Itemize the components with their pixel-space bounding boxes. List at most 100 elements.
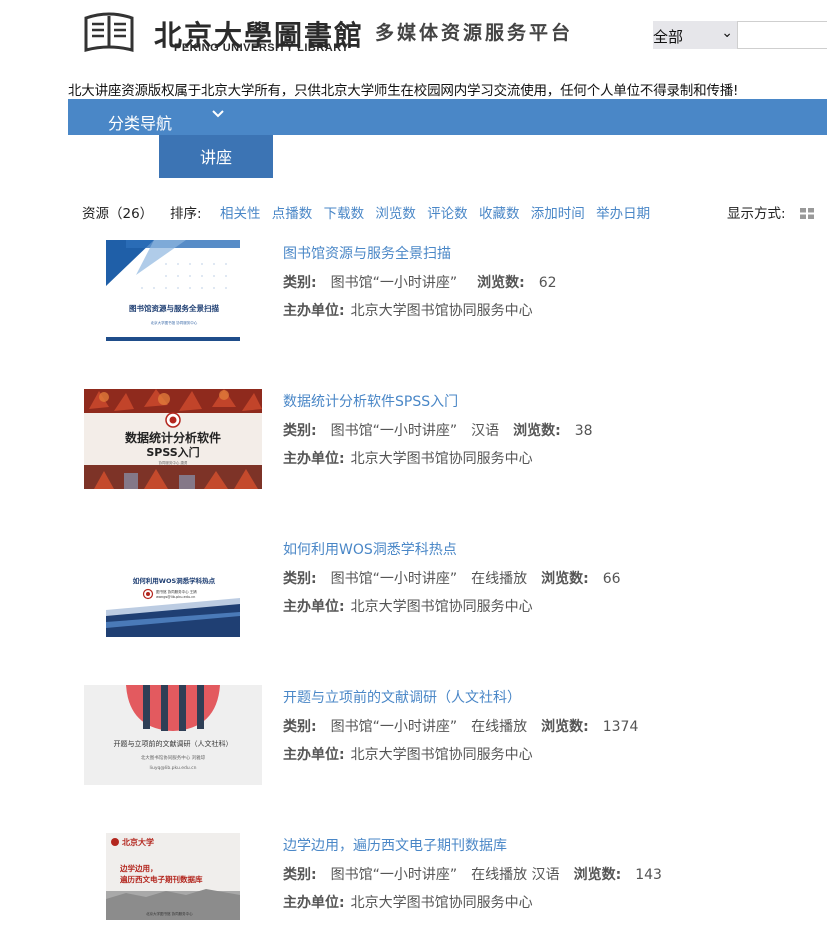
lecture-title-link[interactable]: 图书馆资源与服务全景扫描 bbox=[283, 243, 451, 263]
result-toolbar: 资源（26） 排序: 相关性 点播数 下载数 浏览数 评论数 收藏数 添加时间 … bbox=[82, 202, 817, 222]
category-navbar: 分类导航 bbox=[68, 99, 827, 135]
sort-options: 相关性 点播数 下载数 浏览数 评论数 收藏数 添加时间 举办日期 bbox=[220, 202, 657, 222]
organizer-value: 北京大学图书馆协同服务中心 bbox=[350, 303, 533, 319]
library-emblem-icon bbox=[84, 12, 134, 52]
thumbnail-title: 数据统计分析软件 bbox=[125, 430, 221, 445]
organizer-value: 北京大学图书馆协同服务中心 bbox=[350, 895, 533, 911]
views-label: 浏览数: bbox=[477, 275, 525, 291]
lecture-thumbnail[interactable]: 图书馆资源与服务全景扫描 北京大学图书馆 协同服务中心 bbox=[106, 240, 240, 341]
organizer-label: 主办单位: bbox=[283, 303, 345, 319]
search-input[interactable] bbox=[737, 21, 827, 49]
slide-thumbnail-graphic: 数据统计分析软件 SPSS入门 协同服务中心 唐勇 bbox=[84, 389, 262, 489]
search-scope-select[interactable]: 全部 ⌄ bbox=[653, 21, 737, 49]
category-label: 类别: bbox=[283, 719, 317, 735]
list-item: 图书馆资源与服务全景扫描 北京大学图书馆 协同服务中心 图书馆资源与服务全景扫描… bbox=[0, 240, 827, 353]
lecture-thumbnail[interactable]: 开题与立项前的文献调研（人文社科） 北大图书馆协同服务中心 刘雅琼 liuyq@… bbox=[84, 685, 262, 785]
lecture-tags: 汉语 bbox=[471, 423, 500, 439]
lecture-organizer: 主办单位: 北京大学图书馆协同服务中心 bbox=[283, 300, 533, 320]
list-item: 如何利用WOS洞悉学科热点 图书馆 协同服务中心 王婧 wangs@lib.pk… bbox=[0, 536, 827, 649]
lecture-title-link[interactable]: 如何利用WOS洞悉学科热点 bbox=[283, 539, 457, 559]
organizer-label: 主办单位: bbox=[283, 599, 345, 615]
category-value: 图书馆“一小时讲座” bbox=[330, 423, 458, 439]
thumbnail-title-line2: 遍历西文电子期刊数据库 bbox=[119, 874, 203, 884]
thumbnail-subtitle: 北京大学图书馆 协同服务中心 bbox=[146, 911, 193, 916]
thumbnail-title-line2: SPSS入门 bbox=[146, 445, 199, 459]
category-label: 类别: bbox=[283, 423, 317, 439]
views-label: 浏览数: bbox=[573, 867, 622, 883]
category-label: 类别: bbox=[283, 571, 317, 587]
sort-comments[interactable]: 评论数 bbox=[427, 206, 468, 222]
views-count: 143 bbox=[635, 867, 662, 883]
sort-event-date[interactable]: 举办日期 bbox=[596, 206, 650, 222]
category-value: 图书馆“一小时讲座” bbox=[330, 571, 458, 587]
list-item: 开题与立项前的文献调研（人文社科） 北大图书馆协同服务中心 刘雅琼 liuyq@… bbox=[0, 685, 827, 797]
lecture-organizer: 主办单位: 北京大学图书馆协同服务中心 bbox=[283, 744, 533, 764]
resource-count: 资源（26） bbox=[82, 206, 154, 222]
organizer-value: 北京大学图书馆协同服务中心 bbox=[350, 747, 533, 763]
organizer-label: 主办单位: bbox=[283, 451, 345, 467]
slide-thumbnail-graphic: 如何利用WOS洞悉学科热点 图书馆 协同服务中心 王婧 wangs@lib.pk… bbox=[106, 536, 240, 637]
organizer-label: 主办单位: bbox=[283, 895, 345, 911]
chevron-down-icon[interactable] bbox=[210, 105, 226, 121]
logo-subtitle: 多媒体资源服务平台 bbox=[375, 22, 574, 44]
category-nav-label[interactable]: 分类导航 bbox=[108, 110, 172, 134]
thumbnail-subtitle: 图书馆 协同服务中心 王婧 bbox=[156, 589, 197, 594]
views-label: 浏览数: bbox=[541, 571, 589, 587]
category-value: 图书馆“一小时讲座” bbox=[330, 719, 458, 735]
slide-thumbnail-graphic: 开题与立项前的文献调研（人文社科） 北大图书馆协同服务中心 刘雅琼 liuyq@… bbox=[84, 685, 262, 785]
organizer-label: 主办单位: bbox=[283, 747, 345, 763]
sort-relevance[interactable]: 相关性 bbox=[220, 206, 261, 222]
thumbnail-title: 图书馆资源与服务全景扫描 bbox=[129, 303, 219, 313]
thumbnail-title: 边学边用， bbox=[119, 863, 158, 873]
category-label: 类别: bbox=[283, 275, 317, 291]
display-mode-label: 显示方式: bbox=[727, 206, 786, 222]
chevron-down-icon: ⌄ bbox=[721, 25, 733, 41]
sort-views[interactable]: 浏览数 bbox=[375, 206, 416, 222]
category-value: 图书馆“一小时讲座” bbox=[330, 275, 458, 291]
views-label: 浏览数: bbox=[541, 719, 589, 735]
views-label: 浏览数: bbox=[513, 423, 561, 439]
sort-added-time[interactable]: 添加时间 bbox=[531, 206, 585, 222]
category-value: 图书馆“一小时讲座” bbox=[330, 867, 458, 883]
lecture-meta: 类别: 图书馆“一小时讲座” 在线播放 浏览数: 66 bbox=[283, 568, 621, 588]
organizer-value: 北京大学图书馆协同服务中心 bbox=[350, 599, 533, 615]
views-count: 66 bbox=[602, 571, 621, 587]
lecture-title-link[interactable]: 边学边用，遍历西文电子期刊数据库 bbox=[283, 835, 507, 855]
lecture-meta: 类别: 图书馆“一小时讲座” 汉语 浏览数: 38 bbox=[283, 420, 593, 440]
lecture-tags: 在线播放 bbox=[471, 719, 528, 735]
lecture-meta: 类别: 图书馆“一小时讲座” 浏览数: 62 bbox=[283, 272, 557, 292]
sort-plays[interactable]: 点播数 bbox=[272, 206, 313, 222]
views-count: 62 bbox=[538, 275, 557, 291]
lecture-title-link[interactable]: 数据统计分析软件SPSS入门 bbox=[283, 391, 458, 411]
lecture-thumbnail[interactable]: 如何利用WOS洞悉学科热点 图书馆 协同服务中心 王婧 wangs@lib.pk… bbox=[106, 536, 240, 637]
slide-thumbnail-graphic: 图书馆资源与服务全景扫描 北京大学图书馆 协同服务中心 bbox=[106, 240, 240, 341]
lecture-thumbnail[interactable]: 数据统计分析软件 SPSS入门 协同服务中心 唐勇 bbox=[84, 389, 262, 489]
sort-favorites[interactable]: 收藏数 bbox=[479, 206, 520, 222]
list-item: 数据统计分析软件 SPSS入门 协同服务中心 唐勇 数据统计分析软件SPSS入门… bbox=[0, 389, 827, 501]
thumbnail-subtitle: 北京大学图书馆 协同服务中心 bbox=[151, 320, 198, 325]
thumbnail-subtitle: 北大图书馆协同服务中心 刘雅琼 bbox=[141, 754, 206, 761]
organizer-value: 北京大学图书馆协同服务中心 bbox=[350, 451, 533, 467]
thumbnail-title: 如何利用WOS洞悉学科热点 bbox=[133, 576, 216, 585]
slide-thumbnail-graphic: 北京大学 边学边用， 遍历西文电子期刊数据库 北京大学图书馆 协同服务中心 bbox=[106, 833, 240, 920]
lecture-organizer: 主办单位: 北京大学图书馆协同服务中心 bbox=[283, 892, 533, 912]
views-count: 38 bbox=[574, 423, 593, 439]
lecture-meta: 类别: 图书馆“一小时讲座” 在线播放 浏览数: 1374 bbox=[283, 716, 638, 736]
search-scope-value: 全部 bbox=[653, 28, 684, 46]
grid-view-icon[interactable] bbox=[800, 208, 814, 219]
list-item: 北京大学 边学边用， 遍历西文电子期刊数据库 北京大学图书馆 协同服务中心 边学… bbox=[0, 833, 827, 945]
lecture-tags: 在线播放 bbox=[471, 571, 528, 587]
copyright-notice: 北大讲座资源版权属于北京大学所有，只供北京大学师生在校园网内学习交流使用，任何个… bbox=[68, 83, 739, 99]
thumbnail-logo-text: 北京大学 bbox=[122, 837, 154, 847]
library-logo[interactable]: 北京大學圖書館 PEKING UNIVERSITY LIBRARY 多媒体资源服… bbox=[82, 12, 572, 58]
views-count: 1374 bbox=[602, 719, 639, 735]
thumbnail-email: liuyq@lib.pku.edu.cn bbox=[150, 765, 197, 771]
lecture-organizer: 主办单位: 北京大学图书馆协同服务中心 bbox=[283, 596, 533, 616]
lecture-tags: 在线播放 汉语 bbox=[471, 867, 560, 883]
tab-lectures[interactable]: 讲座 bbox=[159, 135, 273, 178]
lecture-title-link[interactable]: 开题与立项前的文献调研（人文社科） bbox=[283, 687, 521, 707]
lecture-meta: 类别: 图书馆“一小时讲座” 在线播放 汉语 浏览数: 143 bbox=[283, 864, 662, 884]
thumbnail-email: wangs@lib.pku.edu.cn bbox=[156, 595, 195, 599]
lecture-thumbnail[interactable]: 北京大学 边学边用， 遍历西文电子期刊数据库 北京大学图书馆 协同服务中心 bbox=[106, 833, 240, 920]
sort-downloads[interactable]: 下载数 bbox=[324, 206, 365, 222]
